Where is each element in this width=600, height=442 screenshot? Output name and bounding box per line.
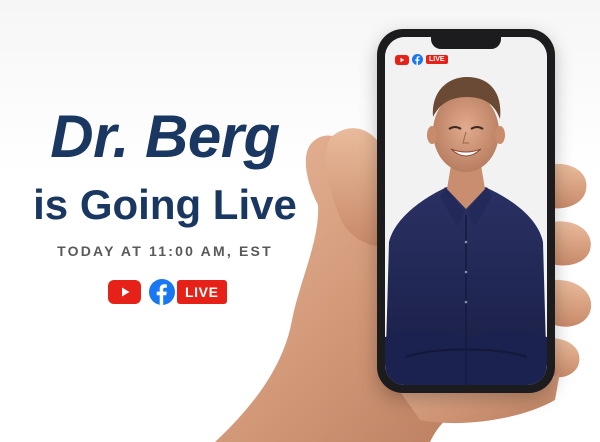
promo-banner: Dr. Berg is Going Live TODAY AT 11:00 AM… (0, 0, 600, 442)
facebook-icon (412, 54, 423, 65)
screen-platform-badges: LIVE (395, 54, 448, 65)
smartphone: LIVE (377, 29, 555, 393)
screen-live-badge: LIVE (426, 55, 448, 64)
phone-screen: LIVE (385, 37, 547, 385)
phone-notch (431, 37, 501, 49)
presenter-photo (385, 37, 547, 385)
youtube-icon (395, 54, 409, 65)
